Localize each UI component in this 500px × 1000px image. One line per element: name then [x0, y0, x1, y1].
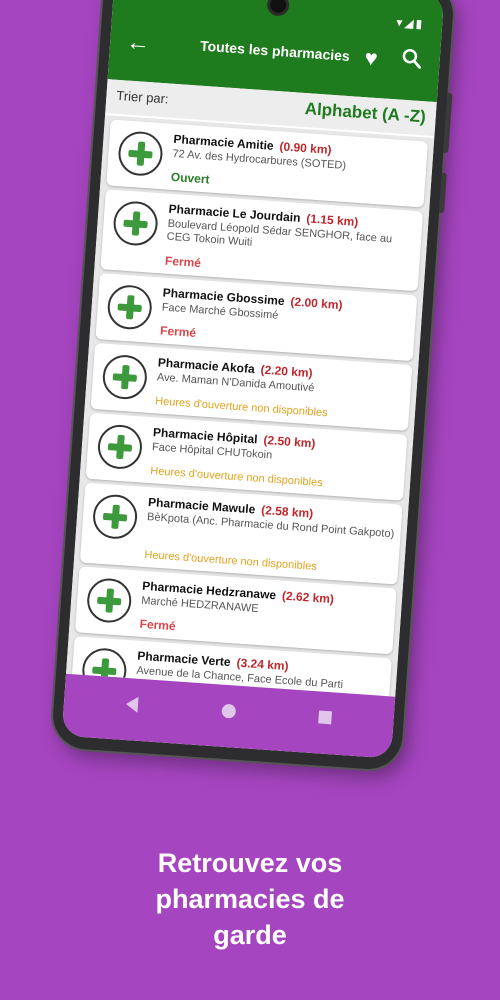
pharmacy-status: Fermé — [159, 323, 197, 340]
pharmacy-cross-icon — [116, 130, 164, 178]
power-button — [439, 172, 447, 213]
pharmacy-cross-icon — [85, 577, 133, 625]
pharmacy-distance: (2.50 km) — [263, 432, 316, 451]
nav-home-icon[interactable] — [221, 703, 237, 719]
pharmacy-cross-icon — [106, 283, 154, 331]
pharmacy-status: Fermé — [164, 253, 202, 271]
pharmacy-status: Heures d'ouverture non disponibles — [149, 465, 324, 490]
pharmacy-status: Heures d'ouverture non disponibles — [154, 395, 328, 420]
pharmacy-distance: (0.90 km) — [279, 139, 332, 157]
status-bar-icons: ▾◢▮ — [395, 15, 425, 32]
pharmacy-cross-icon — [112, 199, 160, 247]
search-icon[interactable] — [401, 48, 422, 69]
pharmacy-cross-icon — [101, 353, 149, 401]
pharmacy-status: Heures d'ouverture non disponibles — [144, 548, 318, 573]
pharmacy-status: Ouvert — [170, 169, 211, 187]
pharmacy-status: Fermé — [139, 616, 177, 634]
pharmacy-list[interactable]: Pharmacie Amitie (0.90 km) 72 Av. des Hydr… — [66, 115, 435, 697]
sort-selector[interactable]: Alphabet (A -Z) — [304, 99, 426, 127]
pharmacy-cross-icon — [91, 493, 139, 541]
phone-frame: ▾◢▮ ← Toutes les pharmacies ♥ Trier par:… — [50, 0, 456, 772]
pharmacy-distance: (3.24 km) — [236, 655, 290, 674]
pharmacy-distance: (2.20 km) — [260, 362, 314, 381]
favorites-heart-icon[interactable]: ♥ — [364, 45, 379, 72]
pharmacy-distance: (2.58 km) — [260, 502, 314, 521]
promo-line: pharmacies de — [155, 884, 345, 914]
pharmacy-cross-icon — [96, 423, 144, 471]
promo-line: Retrouvez vos — [157, 848, 343, 878]
page-title: Toutes les pharmacies — [199, 37, 351, 64]
nav-back-icon[interactable] — [125, 695, 139, 713]
phone-screen: ▾◢▮ ← Toutes les pharmacies ♥ Trier par:… — [61, 0, 445, 759]
pharmacy-distance: (2.00 km) — [290, 294, 343, 313]
pharmacy-distance: (2.62 km) — [281, 588, 335, 607]
sort-label: Trier par: — [115, 87, 170, 107]
pharmacy-distance: (1.15 km) — [305, 211, 359, 229]
promo-caption: Retrouvez vos pharmacies de garde — [0, 845, 500, 953]
nav-recents-icon[interactable] — [318, 710, 333, 725]
volume-button — [443, 92, 453, 154]
promo-line: garde — [213, 920, 287, 950]
